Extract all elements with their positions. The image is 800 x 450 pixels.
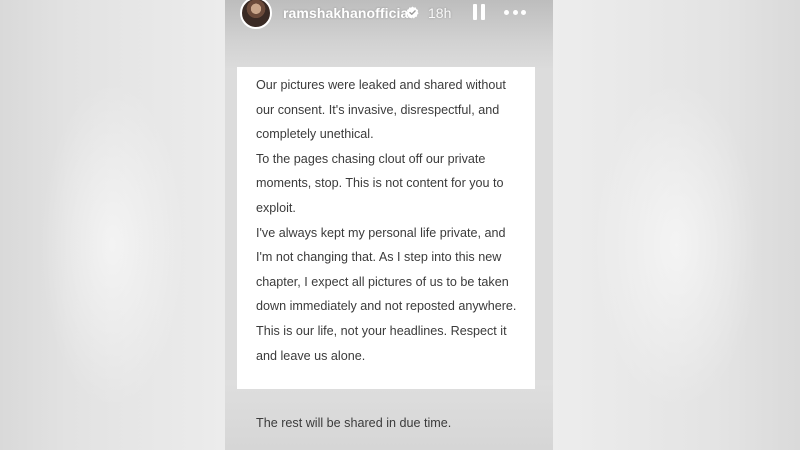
statement-card: Our pictures were leaked and shared with… xyxy=(237,67,535,389)
backdrop-right-blur xyxy=(553,0,800,450)
story-header: ramshakhanofficial 18h xyxy=(0,0,526,30)
statement-paragraph: To the pages chasing clout off our priva… xyxy=(256,151,504,215)
statement-paragraph: Our pictures were leaked and shared with… xyxy=(256,78,506,142)
statement-paragraph: This is our life, not your headlines. Re… xyxy=(256,323,507,363)
pause-icon[interactable] xyxy=(473,4,487,20)
story-bottom-gradient xyxy=(225,380,553,450)
statement-paragraph: I've always kept my personal life privat… xyxy=(256,225,517,314)
more-options-icon[interactable] xyxy=(504,10,526,15)
username[interactable]: ramshakhanofficial xyxy=(283,5,412,21)
story-timestamp: 18h xyxy=(428,5,452,21)
avatar[interactable] xyxy=(240,0,272,29)
closing-line: The rest will be shared in due time. xyxy=(256,416,452,430)
backdrop-left-blur xyxy=(0,0,225,450)
verified-badge-icon xyxy=(406,6,419,19)
